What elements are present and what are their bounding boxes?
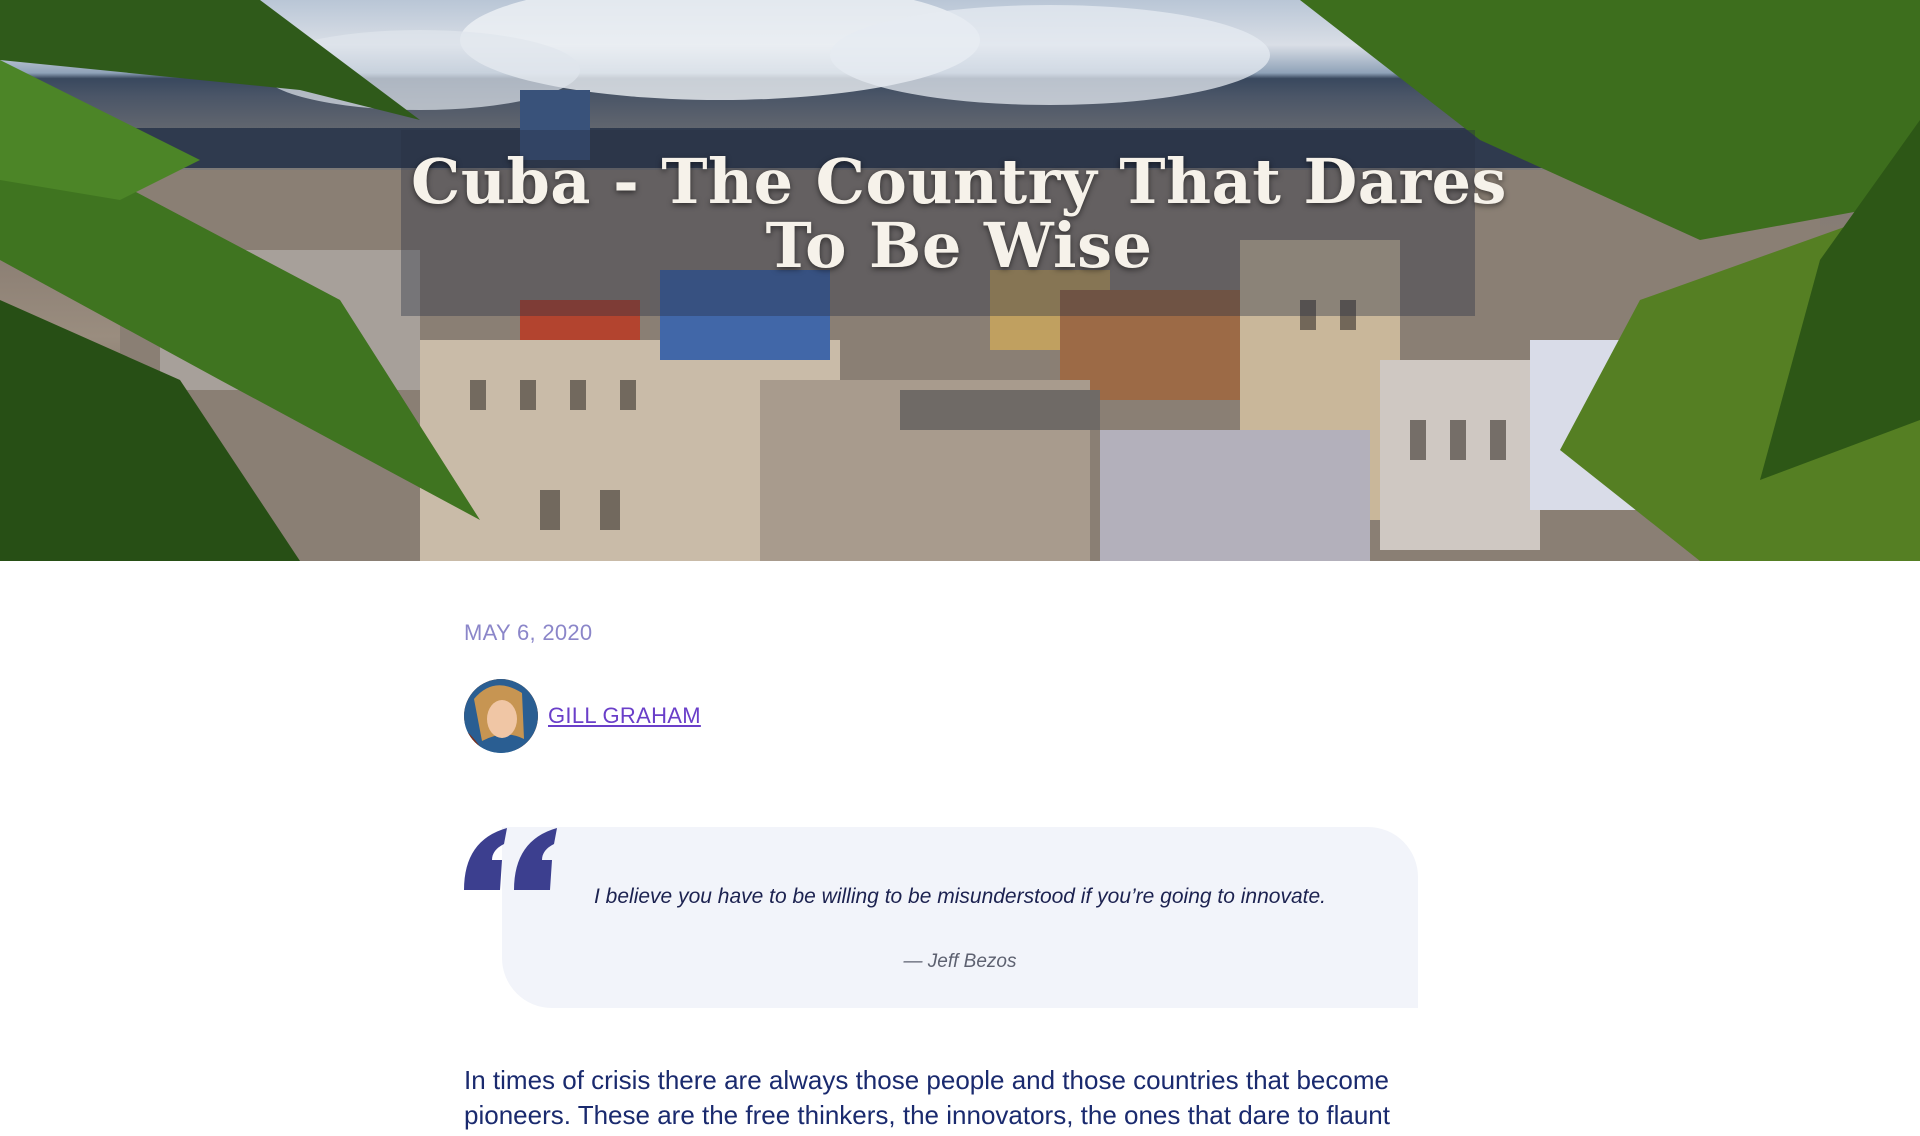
post-date: MAY 6, 2020 — [464, 620, 593, 645]
quote-text: I believe you have to be willing to be m… — [594, 885, 1326, 908]
author-name-link[interactable]: GILL GRAHAM — [548, 703, 701, 729]
page-title: Cuba - The Country That Dares To Be Wise — [411, 145, 1507, 282]
quote-attribution: — Jeff Bezos — [903, 951, 1017, 972]
author-avatar[interactable] — [464, 679, 538, 753]
author-byline[interactable]: GILL GRAHAM — [464, 679, 701, 753]
blockquote-card — [502, 827, 1418, 1008]
hero-image: Cuba - The Country That Dares To Be Wise — [0, 0, 1920, 561]
article-paragraph: In times of crisis there are always thos… — [464, 1065, 1390, 1130]
